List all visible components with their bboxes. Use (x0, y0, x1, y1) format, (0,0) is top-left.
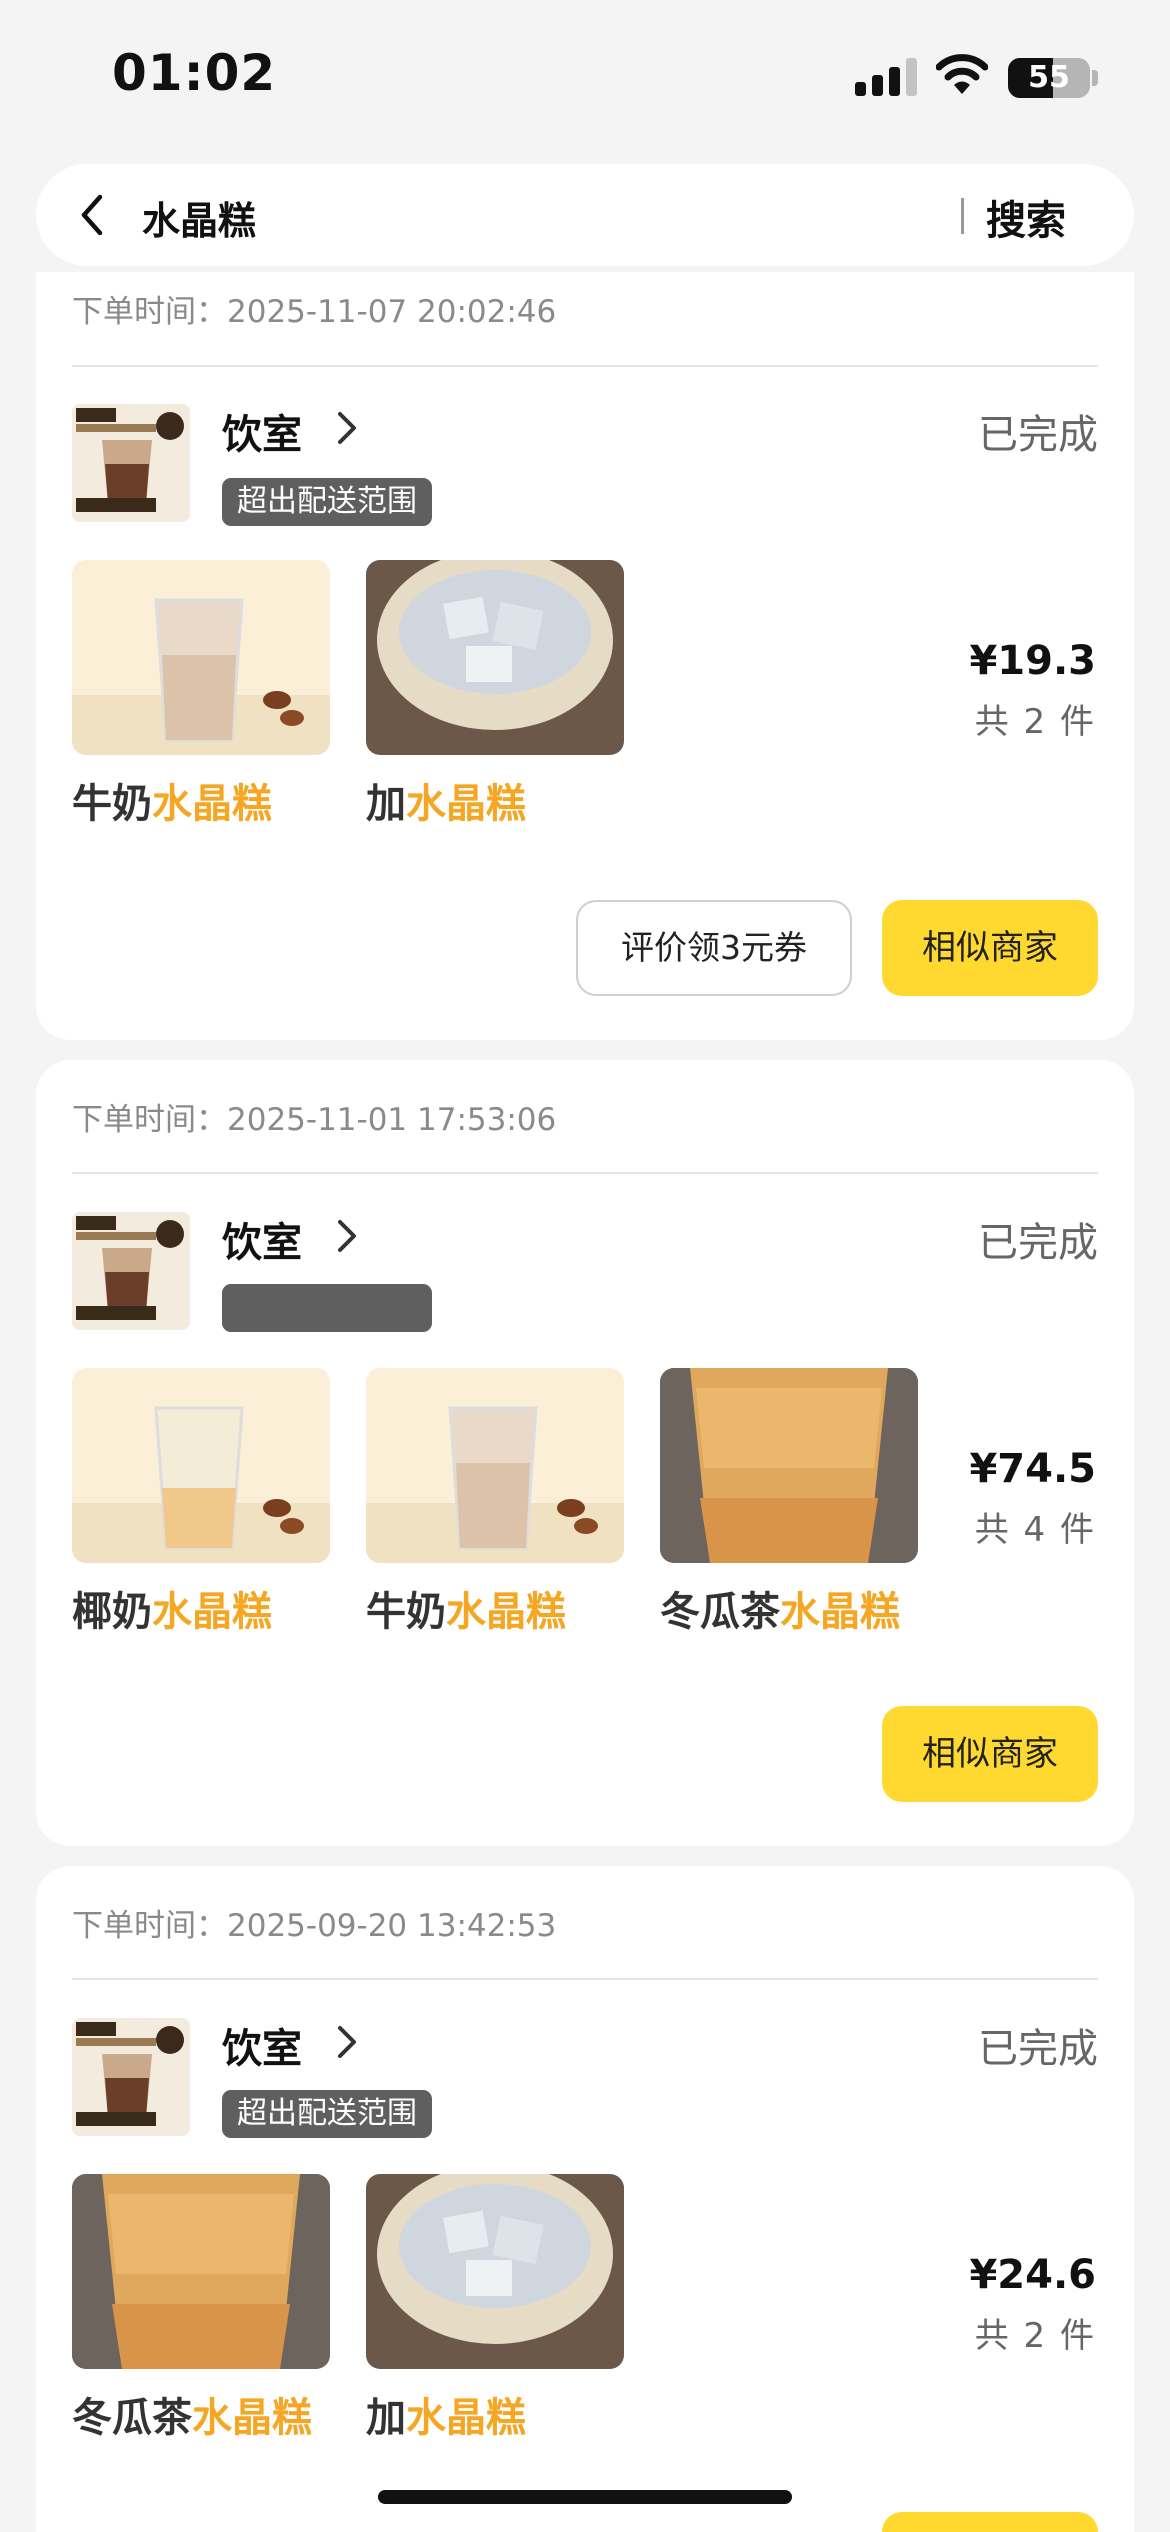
product-name: 椰奶水晶糕 (72, 1589, 272, 1635)
order-count: 共 2 件 (974, 2316, 1096, 2356)
product-image (660, 1368, 918, 1563)
wifi-icon (936, 54, 988, 94)
similar-stores-button[interactable]: 相似商家 (882, 1706, 1098, 1802)
status-time: 01:02 (112, 44, 277, 102)
list-item[interactable]: 加水晶糕 (366, 560, 624, 829)
product-name: 冬瓜茶水晶糕 (72, 2395, 312, 2441)
product-image (72, 1368, 330, 1563)
order-time: 下单时间：2025-11-07 20:02:46 (72, 294, 557, 330)
store-name[interactable]: 饮室 (222, 2016, 302, 2074)
battery-icon: 55 (1008, 58, 1090, 98)
order-status: 已完成 (978, 412, 1098, 458)
order-time: 下单时间：2025-09-20 13:42:53 (72, 1908, 557, 1944)
order-count: 共 4 件 (974, 1510, 1096, 1550)
signal-icon (855, 58, 917, 96)
status-badge: 超出配送范围 (222, 478, 432, 526)
similar-stores-button[interactable] (882, 2512, 1098, 2532)
store-name[interactable]: 饮室 (222, 1210, 302, 1268)
divider (72, 1172, 1098, 1174)
order-count: 共 2 件 (974, 702, 1096, 742)
divider (72, 1978, 1098, 1980)
back-icon[interactable] (66, 188, 120, 242)
product-image (366, 1368, 624, 1563)
product-name: 牛奶水晶糕 (72, 781, 272, 827)
order-card[interactable]: 下单时间：2025-11-07 20:02:46 饮室 超出配送范围 已完成 牛… (36, 272, 1134, 1040)
list-item[interactable]: 冬瓜茶水晶糕 (660, 1368, 918, 1637)
product-image (366, 2174, 624, 2369)
product-image (366, 560, 624, 755)
product-name: 加水晶糕 (366, 2395, 526, 2441)
store-logo[interactable] (72, 2018, 190, 2136)
status-badge: 超出配送范围 (222, 2090, 432, 2138)
product-image (72, 560, 330, 755)
product-name: 加水晶糕 (366, 781, 526, 827)
status-bar: 01:02 55 (0, 0, 1170, 150)
status-badge (222, 1284, 432, 1332)
order-card[interactable]: 下单时间：2025-09-20 13:42:53 饮室 超出配送范围 已完成 冬… (36, 1866, 1134, 2532)
search-button[interactable]: 搜索 (986, 188, 1066, 246)
review-coupon-button[interactable]: 评价领3元券 (576, 900, 852, 996)
product-name: 冬瓜茶水晶糕 (660, 1589, 900, 1635)
list-item[interactable]: 牛奶水晶糕 (366, 1368, 624, 1637)
battery-tip (1092, 70, 1098, 86)
similar-stores-button[interactable]: 相似商家 (882, 900, 1098, 996)
product-image (72, 2174, 330, 2369)
chevron-right-icon[interactable] (330, 2020, 364, 2064)
home-indicator[interactable] (378, 2490, 792, 2504)
chevron-right-icon[interactable] (330, 406, 364, 450)
search-divider (961, 198, 964, 234)
store-name[interactable]: 饮室 (222, 402, 302, 460)
search-input[interactable]: 水晶糕 (142, 190, 256, 245)
battery-level: 55 (1028, 60, 1070, 95)
order-price: ¥19.3 (969, 638, 1096, 684)
order-price: ¥24.6 (969, 2252, 1096, 2298)
store-logo-art (72, 2018, 190, 2136)
order-status: 已完成 (978, 1220, 1098, 1266)
store-logo[interactable] (72, 404, 190, 522)
store-logo-art (72, 404, 190, 522)
store-logo[interactable] (72, 1212, 190, 1330)
list-item[interactable]: 冬瓜茶水晶糕 (72, 2174, 330, 2443)
order-status: 已完成 (978, 2026, 1098, 2072)
order-card[interactable]: 下单时间：2025-11-01 17:53:06 饮室 已完成 椰奶水晶糕 牛奶… (36, 1060, 1134, 1846)
store-logo-art (72, 1212, 190, 1330)
search-bar: 水晶糕 搜索 (36, 164, 1134, 266)
list-item[interactable]: 椰奶水晶糕 (72, 1368, 330, 1637)
product-name: 牛奶水晶糕 (366, 1589, 566, 1635)
list-item[interactable]: 牛奶水晶糕 (72, 560, 330, 829)
order-time: 下单时间：2025-11-01 17:53:06 (72, 1102, 557, 1138)
divider (72, 365, 1098, 367)
chevron-right-icon[interactable] (330, 1214, 364, 1258)
list-item[interactable]: 加水晶糕 (366, 2174, 624, 2443)
order-price: ¥74.5 (969, 1446, 1096, 1492)
